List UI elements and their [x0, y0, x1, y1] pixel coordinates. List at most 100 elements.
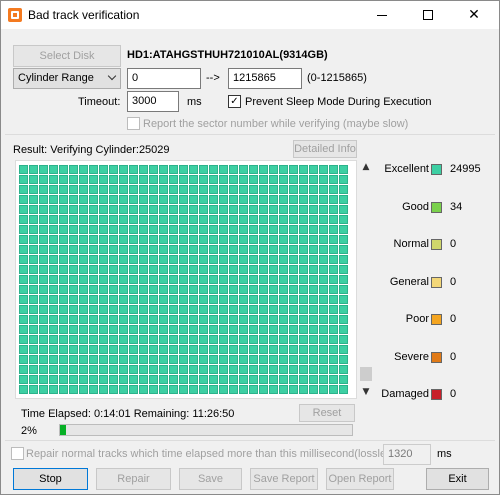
grid-cell	[239, 385, 248, 394]
grid-cell	[149, 295, 158, 304]
grid-cell	[69, 355, 78, 364]
scroll-up-icon[interactable]: ▲	[359, 160, 373, 174]
grid-cell	[19, 205, 28, 214]
grid-cell	[19, 215, 28, 224]
grid-cell	[239, 285, 248, 294]
grid-cell	[49, 235, 58, 244]
grid-cell	[289, 305, 298, 314]
grid-cell	[89, 335, 98, 344]
grid-cell	[279, 275, 288, 284]
grid-cell	[109, 325, 118, 334]
grid-cell	[49, 255, 58, 264]
grid-cell	[269, 335, 278, 344]
grid-cell	[249, 215, 258, 224]
grid-cell	[99, 175, 108, 184]
grid-cell	[89, 375, 98, 384]
grid-cell	[229, 205, 238, 214]
grid-cell	[309, 285, 318, 294]
range-mode-select[interactable]: Cylinder Range	[13, 68, 121, 89]
repair-button[interactable]: Repair	[96, 468, 171, 490]
grid-cell	[139, 305, 148, 314]
grid-cell	[39, 175, 48, 184]
grid-cell	[99, 215, 108, 224]
grid-cell	[219, 215, 228, 224]
grid-cell	[159, 215, 168, 224]
minimize-button[interactable]	[359, 1, 405, 29]
grid-cell	[159, 165, 168, 174]
repair-normal-checkbox[interactable]	[11, 447, 24, 460]
grid-cell	[239, 245, 248, 254]
grid-cell	[29, 385, 38, 394]
grid-cell	[269, 365, 278, 374]
detailed-info-button[interactable]: Detailed Info	[293, 140, 357, 158]
grid-cell	[279, 315, 288, 324]
grid-cell	[99, 245, 108, 254]
grid-cell	[209, 185, 218, 194]
grid-cell	[159, 345, 168, 354]
grid-cell	[179, 195, 188, 204]
scroll-down-icon[interactable]: ▼	[359, 385, 373, 399]
grid-cell	[169, 205, 178, 214]
grid-cell	[129, 325, 138, 334]
grid-cell	[89, 255, 98, 264]
grid-cell	[339, 275, 348, 284]
grid-cell	[179, 215, 188, 224]
grid-cell	[19, 285, 28, 294]
grid-cell	[279, 285, 288, 294]
maximize-button[interactable]	[405, 1, 451, 29]
grid-cell	[289, 355, 298, 364]
grid-cell	[309, 195, 318, 204]
stop-button[interactable]: Stop	[13, 468, 88, 490]
progress-percent: 2%	[21, 425, 37, 437]
prevent-sleep-checkbox[interactable]: ✓	[228, 95, 241, 108]
reset-button[interactable]: Reset	[299, 404, 355, 422]
grid-cell	[269, 235, 278, 244]
grid-cell	[319, 315, 328, 324]
grid-cell	[179, 235, 188, 244]
grid-cell	[259, 295, 268, 304]
grid-cell	[149, 235, 158, 244]
grid-cell	[329, 345, 338, 354]
grid-cell	[269, 315, 278, 324]
timeout-input[interactable]: 3000	[127, 91, 179, 112]
grid-cell	[249, 255, 258, 264]
grid-cell	[79, 265, 88, 274]
report-sector-checkbox[interactable]	[127, 117, 140, 130]
grid-cell	[89, 385, 98, 394]
grid-cell	[229, 185, 238, 194]
grid-cell	[59, 235, 68, 244]
grid-cell	[149, 365, 158, 374]
grid-cell	[189, 185, 198, 194]
range-to-input[interactable]: 1215865	[228, 68, 302, 89]
grid-cell	[269, 255, 278, 264]
select-disk-button[interactable]: Select Disk	[13, 45, 121, 67]
grid-scrollbar[interactable]: ▲ ▼	[359, 160, 373, 399]
grid-cell	[179, 165, 188, 174]
range-from-input[interactable]: 0	[127, 68, 201, 89]
grid-cell	[189, 335, 198, 344]
save-button[interactable]: Save	[179, 468, 242, 490]
grid-cell	[209, 205, 218, 214]
grid-cell	[169, 245, 178, 254]
grid-cell	[19, 355, 28, 364]
grid-cell	[259, 285, 268, 294]
scroll-thumb[interactable]	[360, 367, 372, 381]
grid-cell	[249, 245, 258, 254]
grid-cell	[309, 205, 318, 214]
grid-cell	[69, 365, 78, 374]
close-button[interactable]: ✕	[451, 1, 497, 29]
grid-cell	[299, 285, 308, 294]
exit-button[interactable]: Exit	[426, 468, 489, 490]
grid-cell	[159, 365, 168, 374]
grid-cell	[69, 315, 78, 324]
grid-cell	[129, 315, 138, 324]
save-report-button[interactable]: Save Report	[250, 468, 318, 490]
grid-cell	[259, 175, 268, 184]
grid-cell	[299, 325, 308, 334]
repair-threshold-input[interactable]: 1320	[383, 444, 431, 465]
legend-swatch	[431, 352, 442, 363]
grid-cell	[59, 315, 68, 324]
grid-cell	[49, 165, 58, 174]
grid-cell	[59, 255, 68, 264]
open-report-button[interactable]: Open Report	[326, 468, 394, 490]
